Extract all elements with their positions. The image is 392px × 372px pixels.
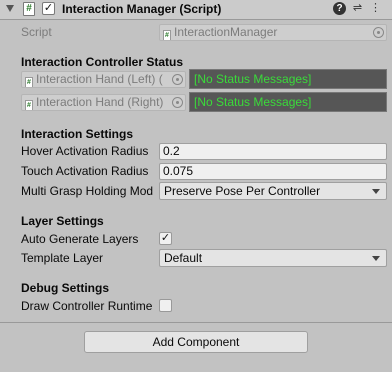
multi-grasp-dropdown[interactable]: Preserve Pose Per Controller	[159, 182, 387, 200]
object-picker-icon[interactable]	[373, 27, 384, 38]
script-label: Script	[21, 25, 52, 39]
template-layer-value: Default	[164, 251, 203, 265]
divider	[0, 322, 392, 323]
interaction-hand-icon: #	[25, 100, 33, 110]
touch-radius-input[interactable]: 0.075	[159, 163, 387, 180]
component-enabled-checkbox[interactable]: ✓	[42, 2, 55, 15]
object-picker-icon[interactable]	[172, 74, 183, 85]
hover-radius-label: Hover Activation Radius	[21, 144, 149, 158]
script-field-value: InteractionManager	[174, 25, 278, 39]
add-component-button[interactable]: Add Component	[84, 331, 308, 353]
object-picker-icon[interactable]	[172, 97, 183, 108]
controller-field-right-value: Interaction Hand (Right)	[36, 95, 164, 109]
status-message-left: [No Status Messages]	[189, 69, 387, 89]
foldout-arrow-icon[interactable]	[6, 5, 14, 12]
component-title: Interaction Manager (Script)	[62, 2, 222, 16]
section-heading-layer-settings: Layer Settings	[21, 214, 104, 228]
controller-field-left[interactable]: # Interaction Hand (Left) (	[21, 71, 186, 88]
script-field[interactable]: # InteractionManager	[159, 24, 387, 41]
auto-generate-layers-checkbox[interactable]: ✓	[159, 232, 172, 245]
section-heading-debug-settings: Debug Settings	[21, 281, 110, 295]
section-heading-controller-status: Interaction Controller Status	[21, 55, 184, 69]
template-layer-label: Template Layer	[21, 251, 104, 265]
auto-generate-layers-label: Auto Generate Layers	[21, 232, 139, 246]
multi-grasp-value: Preserve Pose Per Controller	[164, 184, 321, 198]
status-message-right: [No Status Messages]	[189, 92, 387, 112]
draw-controller-runtime-label: Draw Controller Runtime	[21, 299, 153, 313]
script-icon: #	[23, 2, 35, 16]
script-file-icon: #	[163, 30, 171, 40]
help-icon[interactable]: ?	[333, 2, 346, 15]
preset-settings-icon[interactable]: ⇌	[351, 2, 364, 15]
multi-grasp-label: Multi Grasp Holding Mod	[21, 184, 154, 198]
template-layer-dropdown[interactable]: Default	[159, 249, 387, 267]
controller-field-right[interactable]: # Interaction Hand (Right)	[21, 94, 186, 111]
touch-radius-label: Touch Activation Radius	[21, 164, 149, 178]
section-heading-interaction-settings: Interaction Settings	[21, 127, 134, 141]
component-header[interactable]: # ✓ Interaction Manager (Script) ? ⇌ ⋮	[0, 0, 392, 20]
hover-radius-input[interactable]: 0.2	[159, 143, 387, 160]
chevron-down-icon	[372, 189, 380, 194]
interaction-hand-icon: #	[25, 77, 33, 87]
context-menu-icon[interactable]: ⋮	[369, 2, 382, 15]
draw-controller-runtime-checkbox[interactable]	[159, 299, 172, 312]
chevron-down-icon	[372, 256, 380, 261]
controller-field-left-value: Interaction Hand (Left) (	[36, 72, 163, 86]
